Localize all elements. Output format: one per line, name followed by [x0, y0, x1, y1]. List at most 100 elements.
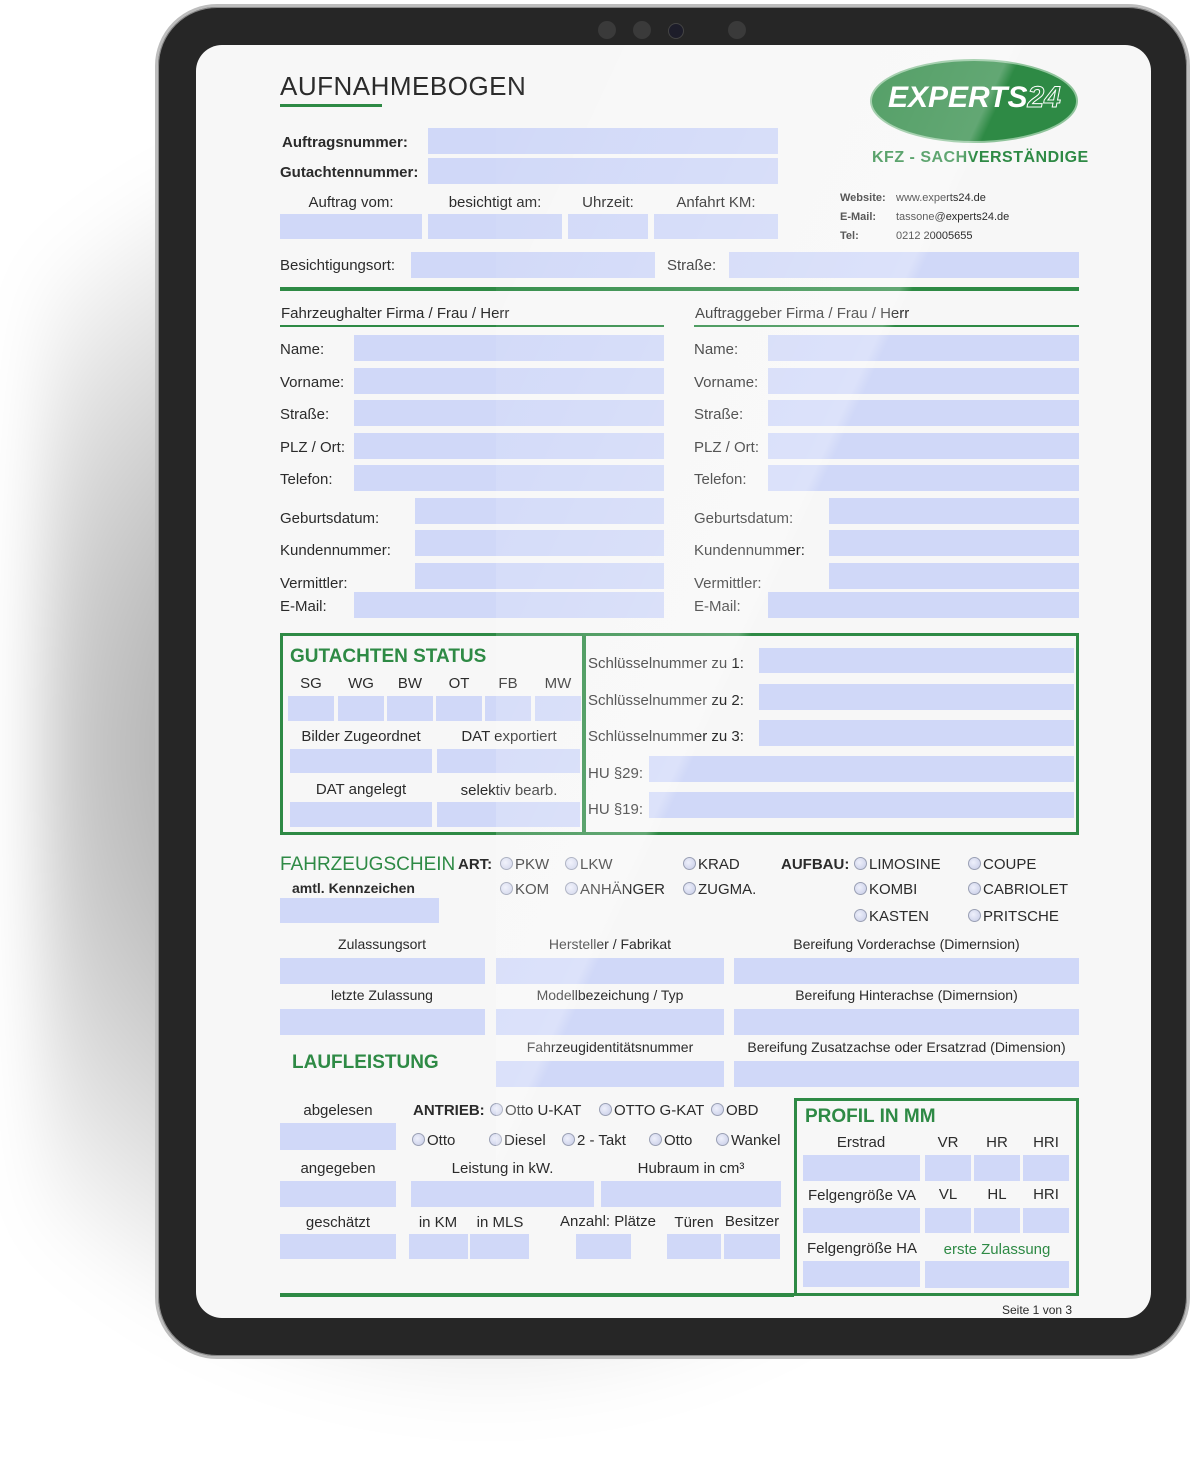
auftragsnummer-field[interactable] — [428, 128, 778, 154]
abgelesen-field[interactable] — [280, 1123, 396, 1150]
radio-button[interactable] — [683, 882, 696, 895]
antrieb-option[interactable]: 2 - Takt — [562, 1132, 626, 1149]
besichtigt-am-field[interactable] — [428, 214, 562, 239]
radio-button[interactable] — [500, 882, 513, 895]
radio-button[interactable] — [500, 857, 513, 870]
bereifung-za-field[interactable] — [734, 1061, 1079, 1087]
besichtigungsort-field[interactable] — [411, 252, 655, 278]
art-option[interactable]: LKW — [565, 856, 613, 873]
felgen-ha-field[interactable] — [803, 1261, 920, 1287]
tueren-field[interactable] — [667, 1234, 721, 1259]
bilder-zugeordnet-field[interactable] — [290, 749, 432, 773]
fahrzeughalter-field[interactable] — [354, 465, 664, 491]
radio-button[interactable] — [968, 909, 981, 922]
radio-button[interactable] — [683, 857, 696, 870]
status-col-field[interactable] — [436, 696, 482, 721]
letzte-zulassung-field[interactable] — [280, 1009, 485, 1035]
selektiv-bearb-field[interactable] — [437, 802, 580, 827]
status-col-field[interactable] — [485, 696, 531, 721]
auftraggeber-field[interactable] — [768, 465, 1079, 491]
antrieb-option[interactable]: Wankel — [716, 1132, 780, 1149]
aufbau-option[interactable]: KOMBI — [854, 881, 917, 898]
zulassungsort-field[interactable] — [280, 958, 485, 984]
anzahl-plaetze-field[interactable] — [576, 1234, 631, 1259]
geschaetzt-field[interactable] — [280, 1234, 396, 1259]
status-col-field[interactable] — [288, 696, 334, 721]
radio-button[interactable] — [565, 882, 578, 895]
hr-field[interactable] — [974, 1155, 1020, 1181]
fahrzeughalter-field[interactable] — [354, 368, 664, 394]
leistung-field[interactable] — [411, 1181, 594, 1207]
sn2-field[interactable] — [759, 684, 1074, 710]
antrieb-option[interactable]: Diesel — [489, 1132, 546, 1149]
aufbau-option[interactable]: LIMOSINE — [854, 856, 941, 873]
antrieb-option[interactable]: Otto — [412, 1132, 455, 1149]
gutachtennummer-field[interactable] — [428, 158, 778, 184]
fahrzeughalter-field[interactable] — [354, 400, 664, 426]
dat-exportiert-field[interactable] — [437, 749, 580, 773]
status-col-field[interactable] — [387, 696, 433, 721]
radio-button[interactable] — [968, 857, 981, 870]
website-link[interactable]: www.experts24.de — [896, 192, 986, 204]
auftraggeber-field[interactable] — [768, 335, 1079, 361]
sn3-field[interactable] — [759, 720, 1074, 746]
radio-button[interactable] — [562, 1133, 575, 1146]
fin-field[interactable] — [496, 1061, 724, 1087]
besitzer-field[interactable] — [724, 1234, 780, 1259]
auftrag-vom-field[interactable] — [280, 214, 422, 239]
uhrzeit-field[interactable] — [568, 214, 648, 239]
radio-button[interactable] — [854, 909, 867, 922]
radio-button[interactable] — [968, 882, 981, 895]
aufbau-option[interactable]: COUPE — [968, 856, 1036, 873]
strasse-field[interactable] — [729, 252, 1079, 278]
bereifung-va-field[interactable] — [734, 958, 1079, 984]
auftraggeber-field[interactable] — [768, 368, 1079, 394]
antrieb-option[interactable]: OTTO G-KAT — [599, 1102, 704, 1119]
art-option[interactable]: KRAD — [683, 856, 740, 873]
auftraggeber-field[interactable] — [768, 433, 1079, 459]
radio-button[interactable] — [489, 1133, 502, 1146]
fahrzeughalter-field[interactable] — [354, 592, 664, 618]
sn1-field[interactable] — [759, 648, 1074, 673]
antrieb-option[interactable]: OBD — [711, 1102, 759, 1119]
radio-button[interactable] — [716, 1133, 729, 1146]
art-option[interactable]: KOM — [500, 881, 549, 898]
auftraggeber-field[interactable] — [829, 563, 1079, 589]
in-km-field[interactable] — [409, 1234, 468, 1259]
hubraum-field[interactable] — [601, 1181, 781, 1207]
erste-zulassung-field[interactable] — [925, 1261, 1069, 1288]
auftraggeber-field[interactable] — [829, 498, 1079, 524]
antrieb-option[interactable]: Otto — [649, 1132, 692, 1149]
hri-field-2[interactable] — [1023, 1208, 1069, 1233]
radio-button[interactable] — [649, 1133, 662, 1146]
dat-angelegt-field[interactable] — [290, 802, 432, 827]
radio-button[interactable] — [854, 882, 867, 895]
radio-button[interactable] — [412, 1133, 425, 1146]
art-option[interactable]: ANHÄNGER — [565, 881, 665, 898]
modell-field[interactable] — [496, 1009, 724, 1035]
status-col-field[interactable] — [535, 696, 581, 721]
fahrzeughalter-field[interactable] — [354, 335, 664, 361]
anfahrt-km-field[interactable] — [654, 214, 778, 239]
fahrzeughalter-field[interactable] — [415, 530, 664, 556]
vr-field[interactable] — [925, 1155, 971, 1181]
hri-field-1[interactable] — [1023, 1155, 1069, 1181]
in-mls-field[interactable] — [470, 1234, 529, 1259]
auftraggeber-field[interactable] — [768, 400, 1079, 426]
radio-button[interactable] — [854, 857, 867, 870]
antrieb-option[interactable]: Otto U-KAT — [490, 1102, 581, 1119]
art-option[interactable]: ZUGMA. — [683, 881, 756, 898]
fahrzeughalter-field[interactable] — [415, 498, 664, 524]
hersteller-field[interactable] — [496, 958, 724, 984]
aufbau-option[interactable]: KASTEN — [854, 908, 929, 925]
status-col-field[interactable] — [338, 696, 384, 721]
erstrad-field[interactable] — [803, 1155, 920, 1181]
vl-field[interactable] — [925, 1208, 971, 1233]
fahrzeughalter-field[interactable] — [415, 563, 664, 589]
auftraggeber-field[interactable] — [829, 530, 1079, 556]
felgen-va-field[interactable] — [803, 1208, 920, 1233]
bereifung-ha-field[interactable] — [734, 1009, 1079, 1035]
kennzeichen-field[interactable] — [280, 898, 439, 923]
hl-field[interactable] — [974, 1208, 1020, 1233]
angegeben-field[interactable] — [280, 1181, 396, 1207]
